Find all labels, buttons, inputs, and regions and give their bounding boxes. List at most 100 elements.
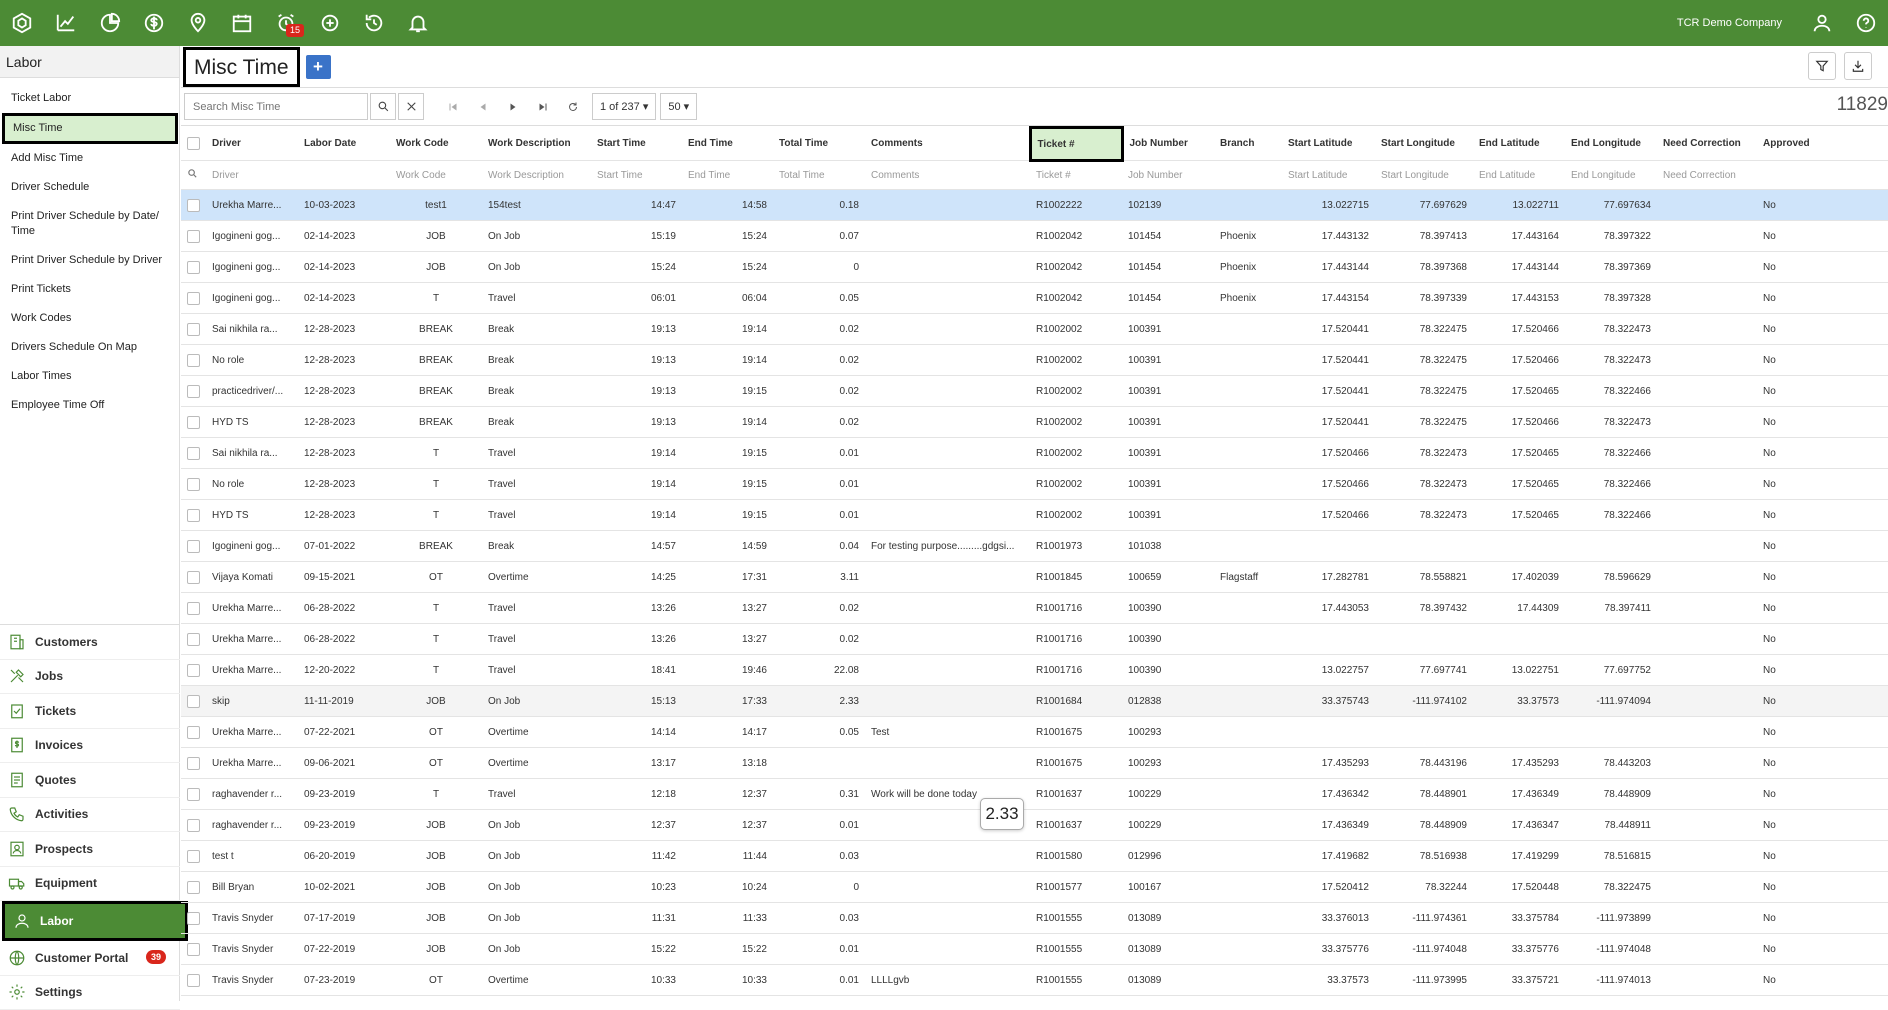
- sidebar-item-employee-time-off[interactable]: Employee Time Off: [0, 391, 179, 420]
- module-jobs[interactable]: Jobs: [0, 660, 180, 695]
- column-header[interactable]: Branch: [1214, 128, 1282, 161]
- module-quotes[interactable]: Quotes: [0, 763, 180, 798]
- row-checkbox[interactable]: [181, 221, 206, 252]
- dollar-icon[interactable]: [132, 0, 176, 46]
- column-header[interactable]: Ticket #: [1030, 128, 1122, 161]
- table-row[interactable]: raghavender r...09-23-2019JOBOn Job12:37…: [181, 810, 1888, 841]
- table-row[interactable]: Igogineni gog...02-14-2023TTravel06:0106…: [181, 283, 1888, 314]
- select-all-checkbox[interactable]: [181, 128, 206, 161]
- refresh-button[interactable]: [558, 93, 588, 120]
- row-checkbox[interactable]: [181, 810, 206, 841]
- column-filter[interactable]: [1757, 161, 1888, 190]
- alarm-clock-icon[interactable]: 15: [264, 0, 308, 46]
- column-header[interactable]: Labor Date: [298, 128, 390, 161]
- sidebar-item-work-codes[interactable]: Work Codes: [0, 304, 179, 333]
- row-checkbox[interactable]: [181, 562, 206, 593]
- sidebar-item-print-schedule-driver[interactable]: Print Driver Schedule by Driver: [0, 246, 179, 275]
- row-checkbox[interactable]: [181, 314, 206, 345]
- module-settings[interactable]: Settings: [0, 976, 180, 1010]
- column-filter[interactable]: Ticket #: [1030, 161, 1122, 190]
- row-checkbox[interactable]: [181, 190, 206, 221]
- column-header[interactable]: Work Code: [390, 128, 482, 161]
- table-row[interactable]: Travis Snyder07-17-2019JOBOn Job11:3111:…: [181, 903, 1888, 934]
- row-checkbox[interactable]: [181, 841, 206, 872]
- add-button[interactable]: +: [306, 55, 331, 79]
- sidebar-item-driver-schedule[interactable]: Driver Schedule: [0, 173, 179, 202]
- sidebar-item-print-schedule-date[interactable]: Print Driver Schedule by Date/ Time: [0, 202, 179, 246]
- user-icon[interactable]: [1800, 0, 1844, 46]
- filter-button[interactable]: [1808, 52, 1836, 80]
- column-filter[interactable]: Work Description: [482, 161, 591, 190]
- table-row[interactable]: Travis Snyder07-22-2019JOBOn Job15:2215:…: [181, 934, 1888, 965]
- clear-search-button[interactable]: [398, 93, 424, 120]
- sidebar-item-labor-times[interactable]: Labor Times: [0, 362, 179, 391]
- sidebar-item-add-misc-time[interactable]: Add Misc Time: [0, 144, 179, 173]
- column-header[interactable]: Start Time: [591, 128, 682, 161]
- row-checkbox[interactable]: [181, 469, 206, 500]
- sidebar-item-drivers-map[interactable]: Drivers Schedule On Map: [0, 333, 179, 362]
- table-row[interactable]: Igogineni gog...02-14-2023JOBOn Job15:19…: [181, 221, 1888, 252]
- row-checkbox[interactable]: [181, 624, 206, 655]
- column-filter[interactable]: Need Correction: [1657, 161, 1757, 190]
- first-page-button[interactable]: [438, 93, 468, 120]
- last-page-button[interactable]: [528, 93, 558, 120]
- module-equipment[interactable]: Equipment: [0, 867, 180, 902]
- page-size-select[interactable]: 50 ▾: [660, 93, 697, 120]
- row-checkbox[interactable]: [181, 500, 206, 531]
- search-button[interactable]: [370, 93, 396, 120]
- export-button[interactable]: [1844, 52, 1872, 80]
- module-customer-portal[interactable]: Customer Portal39: [0, 941, 180, 976]
- column-header[interactable]: Start Longitude: [1375, 128, 1473, 161]
- column-header[interactable]: Approved: [1757, 128, 1888, 161]
- row-checkbox[interactable]: [181, 655, 206, 686]
- row-checkbox[interactable]: [181, 376, 206, 407]
- module-invoices[interactable]: Invoices: [0, 729, 180, 764]
- table-row[interactable]: Igogineni gog...07-01-2022BREAKBreak14:5…: [181, 531, 1888, 562]
- table-row[interactable]: Igogineni gog...02-14-2023JOBOn Job15:24…: [181, 252, 1888, 283]
- prev-page-button[interactable]: [468, 93, 498, 120]
- row-checkbox[interactable]: [181, 965, 206, 996]
- add-circle-icon[interactable]: [308, 0, 352, 46]
- row-checkbox[interactable]: [181, 686, 206, 717]
- column-filter[interactable]: Start Latitude: [1282, 161, 1375, 190]
- table-row[interactable]: No role12-28-2023TTravel19:1419:150.01R1…: [181, 469, 1888, 500]
- row-checkbox[interactable]: [181, 779, 206, 810]
- table-row[interactable]: skip11-11-2019JOBOn Job15:1317:332.33R10…: [181, 686, 1888, 717]
- sidebar-item-print-tickets[interactable]: Print Tickets: [0, 275, 179, 304]
- sidebar-item-misc-time[interactable]: Misc Time: [2, 113, 178, 144]
- column-header[interactable]: Driver: [206, 128, 298, 161]
- table-row[interactable]: Bill Bryan10-02-2021JOBOn Job10:2310:240…: [181, 872, 1888, 903]
- table-row[interactable]: No role12-28-2023BREAKBreak19:1319:140.0…: [181, 345, 1888, 376]
- table-row[interactable]: raghavender r...09-23-2019TTravel12:1812…: [181, 779, 1888, 810]
- calendar-icon[interactable]: [220, 0, 264, 46]
- row-checkbox[interactable]: [181, 345, 206, 376]
- column-filter[interactable]: End Longitude: [1565, 161, 1657, 190]
- row-checkbox[interactable]: [181, 903, 206, 934]
- row-checkbox[interactable]: [181, 593, 206, 624]
- row-checkbox[interactable]: [181, 252, 206, 283]
- column-filter[interactable]: Job Number: [1122, 161, 1214, 190]
- column-header[interactable]: Need Correction: [1657, 128, 1757, 161]
- row-checkbox[interactable]: [181, 748, 206, 779]
- row-checkbox[interactable]: [181, 407, 206, 438]
- help-icon[interactable]: [1844, 0, 1888, 46]
- table-row[interactable]: practicedriver/...12-28-2023BREAKBreak19…: [181, 376, 1888, 407]
- row-checkbox[interactable]: [181, 531, 206, 562]
- table-row[interactable]: Urekha Marre...06-28-2022TTravel13:2613:…: [181, 593, 1888, 624]
- column-filter[interactable]: Start Time: [591, 161, 682, 190]
- column-header[interactable]: Work Description: [482, 128, 591, 161]
- row-checkbox[interactable]: [181, 438, 206, 469]
- module-tickets[interactable]: Tickets: [0, 694, 180, 729]
- module-activities[interactable]: Activities: [0, 798, 180, 833]
- row-checkbox[interactable]: [181, 283, 206, 314]
- table-row[interactable]: Urekha Marre...10-03-2023test1154test14:…: [181, 190, 1888, 221]
- column-header[interactable]: Job Number: [1122, 128, 1214, 161]
- search-input[interactable]: [184, 93, 368, 120]
- column-header[interactable]: Start Latitude: [1282, 128, 1375, 161]
- table-row[interactable]: Sai nikhila ra...12-28-2023TTravel19:141…: [181, 438, 1888, 469]
- table-row[interactable]: Urekha Marre...06-28-2022TTravel13:2613:…: [181, 624, 1888, 655]
- table-row[interactable]: Urekha Marre...12-20-2022TTravel18:4119:…: [181, 655, 1888, 686]
- table-row[interactable]: Travis Snyder07-23-2019OTOvertime10:3310…: [181, 965, 1888, 996]
- column-header[interactable]: Total Time: [773, 128, 865, 161]
- page-select[interactable]: 1 of 237 ▾: [592, 93, 656, 120]
